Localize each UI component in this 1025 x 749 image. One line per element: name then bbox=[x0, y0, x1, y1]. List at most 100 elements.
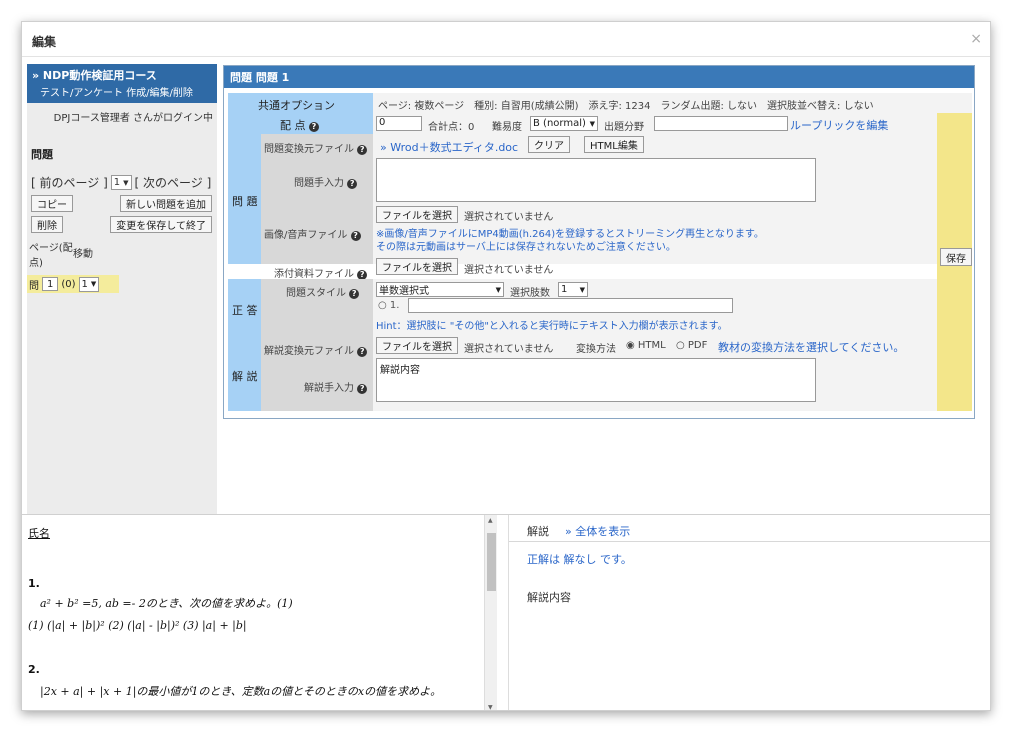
explain-file-button[interactable]: ファイルを選択 bbox=[376, 337, 458, 354]
style-select[interactable]: 単数選択式 ▼ bbox=[376, 282, 504, 297]
dialog-title: 編集 bbox=[32, 35, 57, 49]
q1-parts: (1) (|a| + |b|)² (2) (|a| - |b|)² (3) |a… bbox=[28, 619, 247, 632]
help-icon[interactable]: ? bbox=[357, 384, 368, 394]
explanation-text: 解説内容 bbox=[527, 591, 571, 604]
explain-no-file: 選択されていません bbox=[464, 344, 554, 355]
question-input-label: 問題手入力 ? bbox=[294, 174, 358, 189]
style-label: 問題スタイル ? bbox=[286, 284, 360, 299]
explain-textarea[interactable]: 解説内容 bbox=[376, 358, 816, 402]
explain-group-label: 解 説 bbox=[232, 370, 258, 383]
move-select[interactable]: 1 ▼ bbox=[78, 276, 100, 292]
editor-title: 問題 問題 1 bbox=[224, 66, 974, 88]
html-edit-button[interactable]: HTML編集 bbox=[584, 136, 644, 153]
preview-scrollbar[interactable]: ▲ ▼ bbox=[484, 515, 497, 710]
preview-area: 氏名 1. a² + b² =5, ab =- 2のとき、次の値を求めよ。(1)… bbox=[22, 514, 990, 710]
edit-dialog: 編集 × » NDP動作検証用コース テスト/アンケート 作成/編集/削除 DP… bbox=[21, 21, 991, 711]
course-link[interactable]: » NDP動作検証用コース bbox=[32, 67, 212, 83]
q1-number: 1. bbox=[28, 577, 40, 590]
score-label: 配 点 ? bbox=[280, 117, 319, 133]
help-icon[interactable]: ? bbox=[347, 179, 358, 189]
login-status: DPJコース管理者 さんがログイン中 bbox=[53, 113, 213, 124]
answer-tab[interactable]: 解説 bbox=[527, 523, 549, 539]
correct-answer-text: 正解は 解なし です。 bbox=[527, 553, 632, 566]
media-note-2: その際は元動画はサーバ上には保存されないためご注意ください。 bbox=[376, 242, 676, 253]
course-breadcrumb[interactable]: テスト/アンケート 作成/編集/削除 bbox=[32, 84, 212, 99]
q2-text: |2x + a| + |x + 1|の最小値が1のとき、定数aの値とそのときのx… bbox=[40, 685, 442, 698]
attach-file-button[interactable]: ファイルを選択 bbox=[376, 258, 458, 275]
name-label: 氏名 bbox=[28, 527, 50, 540]
difficulty-select[interactable]: B (normal) ▼ bbox=[530, 116, 598, 131]
question-list-header: ページ(配点) 移動 bbox=[27, 233, 217, 269]
scroll-down-icon[interactable]: ▼ bbox=[488, 704, 493, 710]
question-number-button[interactable]: 1 bbox=[42, 277, 59, 291]
help-icon[interactable]: ? bbox=[357, 145, 368, 155]
copy-button[interactable]: コピー bbox=[31, 195, 73, 212]
help-icon[interactable]: ? bbox=[309, 122, 319, 132]
question-preview: 氏名 1. a² + b² =5, ab =- 2のとき、次の値を求めよ。(1)… bbox=[22, 515, 497, 710]
explain-input-label: 解説手入力 ? bbox=[304, 379, 368, 394]
chevron-down-icon: ▼ bbox=[495, 285, 501, 294]
scrollbar-thumb[interactable] bbox=[487, 533, 496, 591]
total-score: 合計点：0 bbox=[428, 122, 475, 133]
col-page-header: ページ(配点) bbox=[29, 243, 73, 269]
help-icon[interactable]: ? bbox=[350, 231, 361, 241]
difficulty-label: 難易度 bbox=[492, 122, 522, 133]
convert-src-file-link[interactable]: » Wrod＋数式エディタ.doc bbox=[380, 139, 518, 155]
editor-grid: 共通オプション ページ: 複数ページ 種別: 自習用(成績公開) 添え字: 12… bbox=[228, 93, 972, 411]
next-page-link[interactable]: [ 次のページ ] bbox=[135, 174, 212, 191]
divider bbox=[509, 541, 990, 542]
hint-text: Hint：選択肢に "その他"と入れると実行時にテキスト入力欄が表示されます。 bbox=[376, 321, 728, 332]
scroll-up-icon[interactable]: ▲ bbox=[488, 517, 493, 524]
method-html-radio[interactable]: ◉ HTML bbox=[626, 340, 666, 351]
media-no-file: 選択されていません bbox=[464, 212, 554, 223]
help-icon[interactable]: ? bbox=[349, 289, 360, 299]
score-input[interactable]: 0 bbox=[376, 116, 422, 131]
chevron-down-icon: ▼ bbox=[90, 280, 97, 288]
prev-page-link[interactable]: [ 前のページ ] bbox=[31, 174, 108, 191]
convert-src-label: 問題変換元ファイル ? bbox=[264, 140, 368, 155]
pager: [ 前のページ ] 1 ▼ [ 次のページ ] bbox=[27, 162, 217, 191]
common-options-values: ページ: 複数ページ 種別: 自習用(成績公開) 添え字: 1234 ランダム出… bbox=[378, 101, 874, 112]
question-points: (0) bbox=[61, 278, 76, 290]
q2-number: 2. bbox=[28, 663, 40, 676]
save-exit-button[interactable]: 変更を保存して終了 bbox=[110, 216, 212, 233]
answer-group-label: 正 答 bbox=[232, 304, 258, 317]
close-icon[interactable]: × bbox=[970, 31, 982, 47]
help-icon[interactable]: ? bbox=[357, 347, 368, 357]
common-options-label: 共通オプション bbox=[258, 99, 335, 112]
question-group-label: 問 題 bbox=[232, 195, 258, 208]
q1-text: a² + b² =5, ab =- 2のとき、次の値を求めよ。(1) bbox=[40, 597, 293, 610]
method-help-link[interactable]: 教材の変換方法を選択してください。 bbox=[718, 339, 904, 355]
section-title: 問題 bbox=[31, 148, 53, 161]
attach-no-file: 選択されていません bbox=[464, 265, 554, 276]
page-select[interactable]: 1 ▼ bbox=[110, 175, 132, 190]
explain-src-label: 解説変換元ファイル ? bbox=[264, 342, 368, 357]
question-row: 問 1 (0) 1 ▼ bbox=[27, 275, 119, 293]
col-move-header: 移動 bbox=[73, 249, 93, 260]
divider bbox=[22, 56, 990, 57]
choice-1-radio[interactable]: ○ 1. bbox=[378, 300, 399, 311]
course-header: » NDP動作検証用コース テスト/アンケート 作成/編集/削除 bbox=[27, 64, 217, 103]
field-input[interactable] bbox=[654, 116, 788, 131]
delete-button[interactable]: 削除 bbox=[31, 216, 63, 233]
attach-label: 添付資料ファイル ? bbox=[274, 265, 368, 280]
clear-button[interactable]: クリア bbox=[528, 136, 570, 153]
save-button[interactable]: 保存 bbox=[940, 248, 972, 266]
answer-panel: 解説 » 全体を表示 正解は 解なし です。 解説内容 bbox=[508, 515, 990, 710]
field-label: 出題分野 bbox=[604, 122, 644, 133]
rubric-link[interactable]: ループリックを編集 bbox=[790, 117, 888, 133]
media-file-button[interactable]: ファイルを選択 bbox=[376, 206, 458, 223]
question-editor: 問題 問題 1 共通オプション ページ: 複数ページ 種別: 自習用(成績公開)… bbox=[223, 65, 975, 419]
media-label: 画像/音声ファイル ? bbox=[264, 226, 361, 241]
method-pdf-radio[interactable]: ○ PDF bbox=[676, 340, 707, 351]
chevron-down-icon: ▼ bbox=[589, 119, 595, 128]
question-textarea[interactable] bbox=[376, 158, 816, 202]
choice-count-select[interactable]: 1 ▼ bbox=[558, 282, 588, 297]
chevron-down-icon: ▼ bbox=[579, 285, 585, 294]
chevron-down-icon: ▼ bbox=[123, 178, 129, 187]
left-panel: » NDP動作検証用コース テスト/アンケート 作成/編集/削除 DPJコース管… bbox=[27, 64, 217, 514]
add-question-button[interactable]: 新しい問題を追加 bbox=[120, 195, 212, 212]
show-all-link[interactable]: » 全体を表示 bbox=[565, 523, 630, 539]
choice-1-input[interactable] bbox=[408, 298, 733, 313]
question-label: 問 bbox=[29, 280, 39, 292]
